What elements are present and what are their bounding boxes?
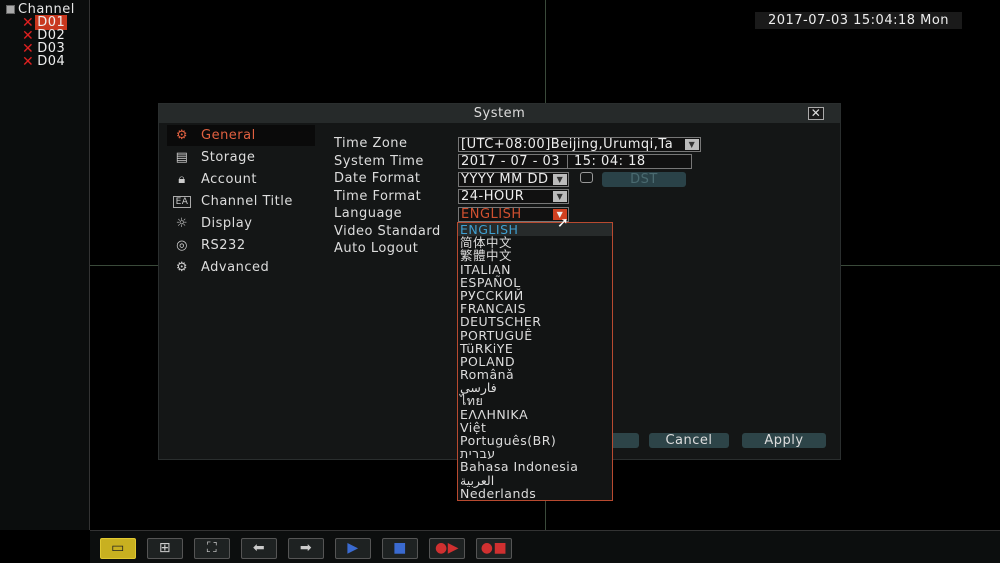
date-format-select[interactable]: YYYY MM DD ▼ bbox=[458, 172, 569, 187]
start-sequence-icon: ▶ bbox=[347, 540, 359, 556]
arrow-left-icon: ⬅ bbox=[252, 540, 266, 556]
quad-view-icon: ⊞ bbox=[158, 540, 172, 556]
dst-checkbox[interactable] bbox=[580, 172, 593, 183]
language-option[interactable]: ไทย bbox=[458, 394, 612, 407]
channel-title-icon: EA bbox=[173, 195, 191, 208]
language-option[interactable]: Nederlands bbox=[458, 487, 612, 500]
time-zone-label: Time Zone bbox=[334, 136, 408, 151]
nav-rs232[interactable]: ◎ RS232 bbox=[167, 235, 315, 256]
language-select[interactable]: ENGLISH ▼ bbox=[458, 207, 569, 222]
stop-record-icon: ●■ bbox=[480, 540, 508, 556]
single-view-button[interactable]: ▭ bbox=[100, 538, 136, 559]
channel-folder-icon bbox=[6, 5, 15, 14]
time-format-label: Time Format bbox=[334, 189, 422, 204]
language-option[interactable]: DEUTSCHER bbox=[458, 315, 612, 328]
lock-icon: 🔒︎ bbox=[178, 172, 186, 187]
language-dropdown-list: ENGLISH 简体中文 繁體中文 ITALIAN ESPAÑOL РУССКИЙ FRAN… bbox=[457, 222, 613, 501]
video-standard-label: Video Standard bbox=[334, 224, 441, 239]
nav-advanced[interactable]: ⚙ Advanced bbox=[167, 257, 315, 278]
nav-channel-title[interactable]: EA Channel Title bbox=[167, 191, 315, 212]
arrow-right-icon: ➡ bbox=[299, 540, 313, 556]
bottom-toolbar: ▭ ⊞ ⛶ ⬅ ➡ ▶ ■ ●▶ ●■ bbox=[90, 530, 1000, 563]
stop-sequence-button[interactable]: ■ bbox=[382, 538, 418, 559]
datetime-display: 2017-07-03 15:04:18 Mon bbox=[755, 12, 962, 29]
chevron-down-icon: ▼ bbox=[685, 139, 699, 150]
chevron-down-icon: ▼ bbox=[553, 174, 567, 185]
auto-logout-label: Auto Logout bbox=[334, 241, 419, 256]
language-option[interactable]: العربية bbox=[458, 473, 612, 486]
arrow-right-button[interactable]: ➡ bbox=[288, 538, 324, 559]
mouse-cursor-icon: ➚ bbox=[557, 215, 570, 231]
stop-record-button[interactable]: ●■ bbox=[476, 538, 512, 559]
system-time-label: System Time bbox=[334, 154, 424, 169]
start-record-icon: ●▶ bbox=[435, 540, 459, 556]
sun-icon: ☼ bbox=[175, 216, 189, 231]
language-option[interactable]: ITALIAN bbox=[458, 262, 612, 275]
dst-button[interactable]: DST bbox=[602, 172, 686, 187]
channel-panel: Channel ✕ D01 ✕ D02 ✕ D03 ✕ D04 bbox=[0, 0, 90, 530]
nav-account[interactable]: 🔒︎ Account bbox=[167, 169, 315, 190]
chevron-down-icon: ▼ bbox=[553, 191, 567, 202]
serial-icon: ◎ bbox=[176, 238, 188, 253]
time-zone-select[interactable]: [UTC+08:00]Beijing,Urumqi,Ta ▼ bbox=[458, 137, 701, 152]
language-option[interactable]: Bahasa Indonesia bbox=[458, 460, 612, 473]
nav-display[interactable]: ☼ Display bbox=[167, 213, 315, 234]
close-button[interactable]: ✕ bbox=[808, 107, 824, 120]
language-option[interactable]: ΕΛΛΗΝΙΚΑ bbox=[458, 407, 612, 420]
system-time-input[interactable]: 15: 04: 18 bbox=[567, 154, 692, 169]
system-date-input[interactable]: 2017 - 07 - 03 bbox=[458, 154, 568, 169]
arrow-left-button[interactable]: ⬅ bbox=[241, 538, 277, 559]
nav-storage[interactable]: ▤ Storage bbox=[167, 147, 315, 168]
language-label: Language bbox=[334, 206, 403, 221]
dialog-title: System bbox=[159, 104, 840, 123]
language-option[interactable]: TüRKiYE bbox=[458, 341, 612, 354]
language-option[interactable]: PORTUGUÊ bbox=[458, 328, 612, 341]
fullscreen-button[interactable]: ⛶ bbox=[194, 538, 230, 559]
gear-icon: ⚙ bbox=[175, 128, 189, 143]
language-option[interactable]: 繁體中文 bbox=[458, 249, 612, 262]
apply-button[interactable]: Apply bbox=[742, 433, 826, 448]
nav-general[interactable]: ⚙ General bbox=[167, 125, 315, 146]
start-record-button[interactable]: ●▶ bbox=[429, 538, 465, 559]
stop-sequence-icon: ■ bbox=[393, 540, 407, 556]
single-view-icon: ▭ bbox=[111, 540, 125, 556]
no-signal-icon: ✕ bbox=[22, 53, 35, 70]
date-format-label: Date Format bbox=[334, 171, 421, 186]
gear-icon: ⚙ bbox=[175, 260, 189, 275]
fullscreen-icon: ⛶ bbox=[206, 540, 218, 556]
start-sequence-button[interactable]: ▶ bbox=[335, 538, 371, 559]
quad-view-button[interactable]: ⊞ bbox=[147, 538, 183, 559]
cancel-button[interactable]: Cancel bbox=[649, 433, 729, 448]
channel-item-d04[interactable]: ✕ D04 bbox=[22, 53, 67, 70]
time-format-select[interactable]: 24-HOUR ▼ bbox=[458, 189, 569, 204]
hdd-icon: ▤ bbox=[175, 150, 189, 165]
language-option[interactable]: ESPAÑOL bbox=[458, 276, 612, 289]
